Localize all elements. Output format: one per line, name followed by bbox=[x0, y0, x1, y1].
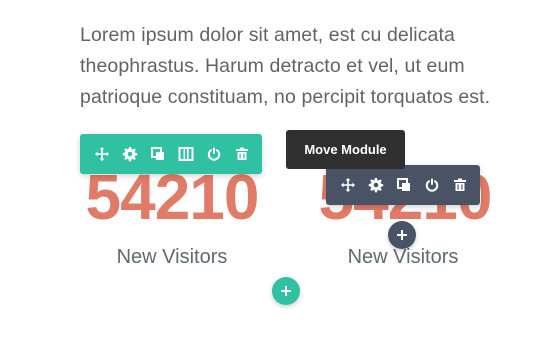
move-icon[interactable] bbox=[88, 140, 116, 168]
module-toolbar bbox=[326, 165, 480, 205]
trash-icon[interactable] bbox=[446, 171, 474, 199]
row-toolbar bbox=[80, 134, 262, 174]
power-icon[interactable] bbox=[200, 140, 228, 168]
trash-icon[interactable] bbox=[228, 140, 256, 168]
columns-icon[interactable] bbox=[172, 140, 200, 168]
move-module-tooltip: Move Module bbox=[286, 130, 405, 169]
add-row-button[interactable] bbox=[272, 277, 300, 305]
body-paragraph: Lorem ipsum dolor sit amet, est cu delic… bbox=[80, 24, 491, 108]
move-icon[interactable] bbox=[334, 171, 362, 199]
plus-icon bbox=[397, 230, 407, 240]
gear-icon[interactable] bbox=[362, 171, 390, 199]
power-icon[interactable] bbox=[418, 171, 446, 199]
gear-icon[interactable] bbox=[116, 140, 144, 168]
duplicate-icon[interactable] bbox=[144, 140, 172, 168]
plus-icon bbox=[281, 286, 291, 296]
counter-caption-right: New Visitors bbox=[347, 246, 459, 268]
counter-caption-left: New Visitors bbox=[116, 246, 228, 268]
duplicate-icon[interactable] bbox=[390, 171, 418, 199]
add-module-button[interactable] bbox=[388, 221, 416, 249]
